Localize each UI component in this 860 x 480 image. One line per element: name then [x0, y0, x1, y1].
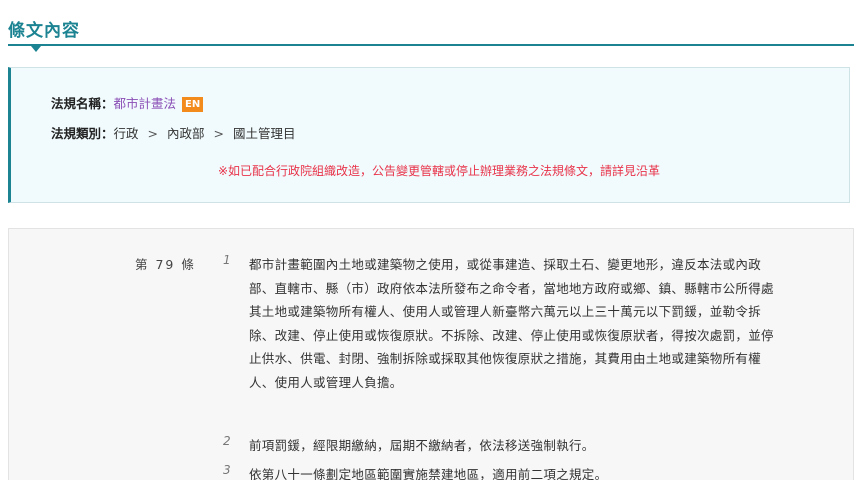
caret-down-icon	[31, 46, 41, 52]
paragraph-text: 依第八十一條劃定地區範圍實施禁建地區，適用前二項之規定。	[249, 467, 608, 480]
breadcrumb-separator: >	[213, 126, 225, 141]
paragraph-number: 1	[223, 253, 231, 267]
page: 條文內容 法規名稱：都市計畫法 EN 法規類別：行政 > 內政部 > 國土管理目 ※如已配…	[0, 0, 860, 480]
law-info-box: 法規名稱：都市計畫法 EN 法規類別：行政 > 內政部 > 國土管理目 ※如已配合行政院組…	[8, 67, 850, 203]
article-number: 第 79 條	[135, 257, 196, 272]
reorganization-notice: ※如已配合行政院組織改造，公告變更管轄或停止辦理業務之法規條文，請詳見沿革	[217, 164, 661, 178]
paragraph-text: 都市計畫範圍內土地或建築物之使用，或從事建造、採取土石、變更地形，違反本法或內政…	[249, 257, 774, 390]
breadcrumb-separator: >	[147, 126, 159, 141]
english-version-badge[interactable]: EN	[182, 97, 204, 112]
law-name-row: 法規名稱：都市計畫法 EN	[51, 95, 204, 113]
category-breadcrumb-3: 國土管理目	[233, 126, 296, 141]
section-header: 條文內容	[8, 8, 854, 52]
category-breadcrumb-2: 內政部	[167, 126, 205, 141]
category-breadcrumb-1: 行政	[113, 126, 139, 141]
law-name-link[interactable]: 都市計畫法	[114, 96, 177, 111]
law-category-row: 法規類別：行政 > 內政部 > 國土管理目	[51, 125, 296, 143]
paragraph-text: 前項罰鍰，經限期繳納，屆期不繳納者，依法移送強制執行。	[249, 438, 595, 453]
paragraph-number: 3	[223, 463, 231, 477]
section-divider	[8, 44, 854, 46]
law-category-label: 法規類別：	[51, 126, 114, 141]
article-content-box: 第 79 條 1 都市計畫範圍內土地或建築物之使用，或從事建造、採取土石、變更地…	[8, 228, 854, 480]
law-name-label: 法規名稱：	[51, 96, 114, 111]
paragraph-number: 2	[223, 434, 231, 448]
section-title: 條文內容	[8, 21, 80, 41]
